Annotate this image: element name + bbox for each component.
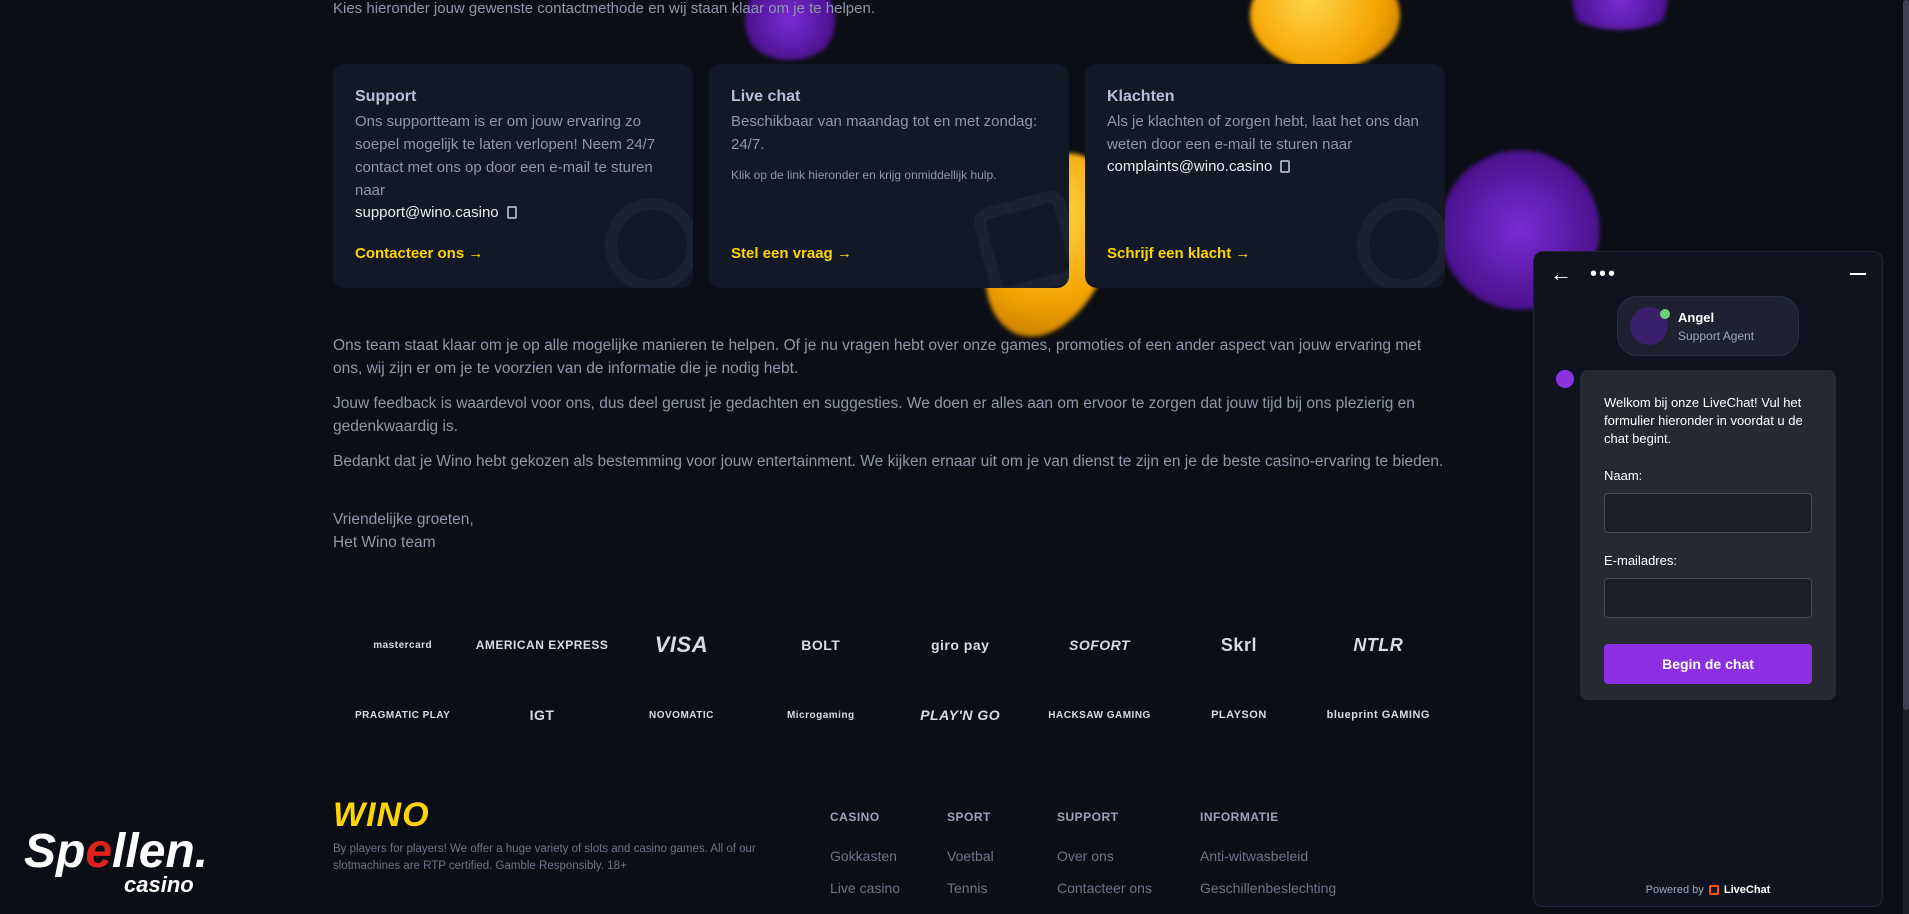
powered-by-text: Powered by <box>1645 884 1704 896</box>
sad-face-icon <box>1357 198 1445 288</box>
at-sign-icon <box>605 198 693 288</box>
email-text: complaints@wino.casino <box>1107 158 1273 175</box>
mastercard-logo: mastercard <box>373 639 433 651</box>
intro-text: Kies hieronder jouw gewenste contactmeth… <box>333 0 875 17</box>
igt-logo: IGT <box>529 707 555 723</box>
watermark-line2: casino <box>124 872 194 897</box>
livechat-brand: LiveChat <box>1723 884 1771 896</box>
card-text: Ons supportteam is er om jouw ervaring z… <box>355 113 656 199</box>
footer-column-title: SUPPORT <box>1057 810 1119 824</box>
paragraph: Ons team staat klaar om je op alle mogel… <box>333 337 1422 377</box>
giropay-logo: giro pay <box>930 637 990 653</box>
paragraph: Jouw feedback is waardevol voor ons, dus… <box>333 395 1415 435</box>
footer-link[interactable]: Geschillenbeslechting <box>1200 880 1336 896</box>
card-title: Klachten <box>1107 88 1175 105</box>
wino-logo[interactable]: WINO <box>333 796 793 835</box>
playson-logo: PLAYSON <box>1211 709 1267 721</box>
footer-link[interactable]: Over ons <box>1057 848 1152 864</box>
paragraph: Het Wino team <box>333 534 436 551</box>
neteller-logo: NTLR <box>1353 634 1404 655</box>
write-complaint-link[interactable]: Schrijf een klacht → <box>1107 245 1250 262</box>
footer-link[interactable]: Contacteer ons <box>1057 880 1152 896</box>
copy-icon[interactable] <box>1280 160 1291 173</box>
avatar <box>1630 307 1670 345</box>
footer-link[interactable]: Tennis <box>947 880 994 896</box>
copy-icon[interactable] <box>506 206 517 219</box>
bolt-logo: BOLT <box>801 637 841 653</box>
pragmatic-play-logo: PRAGMATIC PLAY <box>355 709 451 721</box>
paragraph: Vriendelijke groeten, <box>333 511 474 528</box>
email-field[interactable] <box>1604 578 1812 618</box>
footer-column-informatie: INFORMATIE Anti-witwasbeleid Geschillenb… <box>1200 810 1336 912</box>
contact-cards: Support Ons supportteam is er om jouw er… <box>333 64 1445 288</box>
contact-us-link[interactable]: Contacteer ons → <box>355 245 483 262</box>
footer-link[interactable]: Voetbal <box>947 848 994 864</box>
hacksaw-logo: HACKSAW GAMING <box>1048 709 1151 721</box>
start-chat-button[interactable]: Begin de chat <box>1604 644 1812 684</box>
card-title: Support <box>355 88 417 105</box>
card-hint: Klik op de link hieronder en krijg onmid… <box>731 168 997 182</box>
email-label: E-mailadres: <box>1604 553 1677 568</box>
more-options-icon[interactable]: ••• <box>1590 263 1617 286</box>
livechat-icon <box>1708 885 1719 896</box>
complaints-card: Klachten Als je klachten of zorgen hebt,… <box>1085 64 1445 288</box>
agent-badge: Angel Support Agent <box>1617 296 1799 356</box>
footer-column-support: SUPPORT Over ons Contacteer ons <box>1057 810 1152 912</box>
logo-grid: mastercard AMERICAN EXPRESS VISA BOLT gi… <box>333 632 1448 728</box>
bot-avatar-icon <box>1556 370 1574 388</box>
powered-by[interactable]: Powered by LiveChat <box>1534 884 1882 896</box>
playngo-logo: PLAY'N GO <box>920 707 1001 723</box>
novomatic-logo: NOVOMATIC <box>649 709 714 721</box>
coin-decoration <box>1250 0 1400 70</box>
scrollbar[interactable] <box>1903 0 1909 914</box>
card-text: Als je klachten of zorgen hebt, laat het… <box>1107 113 1419 153</box>
prechat-form: Welkom bij onze LiveChat! Vul het formul… <box>1580 370 1836 700</box>
watermark-line1: Spellen. <box>24 825 209 878</box>
agent-name: Angel <box>1678 309 1715 325</box>
purple-decoration <box>1560 0 1680 30</box>
name-label: Naam: <box>1604 468 1643 483</box>
footer-description: By players for players! We offer a huge … <box>333 843 756 872</box>
sofort-logo: SOFORT <box>1069 637 1131 653</box>
card-title: Live chat <box>731 88 801 105</box>
spellen-casino-watermark: Spellen. casino <box>24 825 209 898</box>
footer-link[interactable]: Live casino <box>830 880 900 896</box>
complaints-email[interactable]: complaints@wino.casino <box>1107 158 1423 175</box>
visa-logo: VISA <box>654 632 709 657</box>
email-text: support@wino.casino <box>355 204 499 221</box>
skrill-logo: Skrl <box>1220 634 1257 655</box>
welcome-message: Welkom bij onze LiveChat! Vul het formul… <box>1604 395 1803 446</box>
footer-link[interactable]: Anti-witwasbeleid <box>1200 848 1336 864</box>
footer-column-title: INFORMATIE <box>1200 810 1279 824</box>
blueprint-logo: blueprint GAMING <box>1326 709 1430 721</box>
footer-column-title: CASINO <box>830 810 880 824</box>
amex-logo: AMERICAN EXPRESS <box>475 638 609 652</box>
footer-column-casino: CASINO Gokkasten Live casino <box>830 810 900 912</box>
livechat-widget: ← ••• Angel Support Agent Welkom bij onz… <box>1533 251 1883 907</box>
footer-brand: WINO By players for players! We offer a … <box>333 796 793 875</box>
back-arrow-icon[interactable]: ← <box>1550 261 1572 287</box>
footer-column-sport: SPORT Voetbal Tennis <box>947 810 994 912</box>
footer-link[interactable]: Gokkasten <box>830 848 900 864</box>
paragraph: Bedankt dat je Wino hebt gekozen als bes… <box>333 453 1444 470</box>
footer-column-title: SPORT <box>947 810 991 824</box>
chat-header: ← ••• <box>1534 252 1882 296</box>
support-card: Support Ons supportteam is er om jouw er… <box>333 64 693 288</box>
microgaming-logo: Microgaming <box>786 709 855 721</box>
card-text: Beschikbaar van maandag tot en met zonda… <box>731 113 1038 153</box>
name-field[interactable] <box>1604 493 1812 533</box>
ask-question-link[interactable]: Stel een vraag → <box>731 245 852 262</box>
live-chat-card: Live chat Beschikbaar van maandag tot en… <box>709 64 1069 288</box>
agent-role: Support Agent <box>1678 328 1755 343</box>
smiley-icon <box>970 187 1069 288</box>
scrollbar-thumb[interactable] <box>1903 0 1909 710</box>
minimize-icon[interactable] <box>1850 273 1866 275</box>
